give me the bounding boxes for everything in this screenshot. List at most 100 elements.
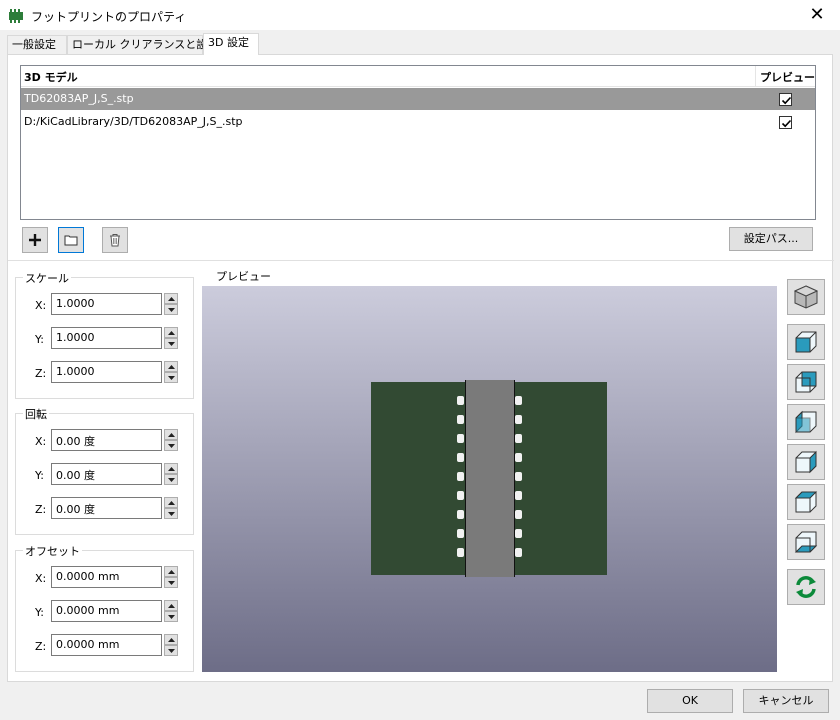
reload-view-button[interactable] <box>787 569 825 605</box>
scale-y-spinner[interactable] <box>164 327 178 349</box>
scale-x-spinner[interactable] <box>164 293 178 315</box>
ic-pin <box>515 491 522 500</box>
view-bottom-icon <box>794 531 818 553</box>
preview-checkbox[interactable] <box>779 93 792 106</box>
check-icon <box>781 96 792 105</box>
ic-pin <box>457 415 464 424</box>
ic-package <box>465 380 515 577</box>
column-header-preview[interactable]: プレビュー <box>760 69 815 85</box>
view-right-button[interactable] <box>787 444 825 480</box>
scale-x-input[interactable]: 1.0000 <box>51 293 162 315</box>
browse-model-button[interactable] <box>58 227 84 253</box>
spin-down-button[interactable] <box>164 474 178 485</box>
spin-up-button[interactable] <box>164 327 178 338</box>
preview-label: プレビュー <box>216 270 271 283</box>
arrow-up-icon <box>168 570 175 574</box>
rotation-z-spinner[interactable] <box>164 497 178 519</box>
spin-up-button[interactable] <box>164 600 178 611</box>
spin-down-button[interactable] <box>164 645 178 656</box>
view-3d-button[interactable] <box>787 279 825 315</box>
settings-path-button[interactable]: 設定パス... <box>729 227 813 251</box>
window-title: フットプリントのプロパティ <box>31 10 187 24</box>
view-top-button[interactable] <box>787 484 825 520</box>
3d-model-list[interactable]: 3D モデル プレビュー TD62083AP_J,S_.stp D:/KiCad… <box>20 65 816 220</box>
offset-y-spinner[interactable] <box>164 600 178 622</box>
rotation-x-input[interactable]: 0.00 度 <box>51 429 162 451</box>
rotation-z-input[interactable]: 0.00 度 <box>51 497 162 519</box>
tab-3d-settings[interactable]: 3D 設定 <box>203 33 259 55</box>
delete-model-button[interactable] <box>102 227 128 253</box>
offset-z-input[interactable]: 0.0000 mm <box>51 634 162 656</box>
view-back-icon <box>795 371 817 393</box>
3d-preview-canvas[interactable] <box>202 286 777 672</box>
spin-down-button[interactable] <box>164 508 178 519</box>
spin-up-button[interactable] <box>164 497 178 508</box>
offset-x-input[interactable]: 0.0000 mm <box>51 566 162 588</box>
tab-general[interactable]: 一般設定 <box>7 35 67 55</box>
model-path[interactable]: D:/KiCadLibrary/3D/TD62083AP_J,S_.stp <box>24 115 243 128</box>
scale-z-spinner[interactable] <box>164 361 178 383</box>
view-back-button[interactable] <box>787 364 825 400</box>
ic-pin <box>515 510 522 519</box>
arrow-down-icon <box>168 478 175 482</box>
group-title: オフセット <box>23 543 82 559</box>
spin-down-button[interactable] <box>164 304 178 315</box>
ic-pin <box>457 548 464 557</box>
arrow-up-icon <box>168 297 175 301</box>
arrow-down-icon <box>168 649 175 653</box>
view-left-button[interactable] <box>787 404 825 440</box>
field-label: Y: <box>35 469 44 482</box>
spin-up-button[interactable] <box>164 463 178 474</box>
field-label: Y: <box>35 606 44 619</box>
close-button[interactable]: ✕ <box>794 0 840 30</box>
field-label: Y: <box>35 333 44 346</box>
spin-down-button[interactable] <box>164 440 178 451</box>
ic-pin <box>457 491 464 500</box>
spin-up-button[interactable] <box>164 361 178 372</box>
model-row[interactable]: D:/KiCadLibrary/3D/TD62083AP_J,S_.stp <box>21 111 815 133</box>
spin-up-button[interactable] <box>164 566 178 577</box>
arrow-down-icon <box>168 376 175 380</box>
scale-z-input[interactable]: 1.0000 <box>51 361 162 383</box>
field-label: X: <box>35 572 47 585</box>
folder-icon <box>64 235 78 246</box>
spin-up-button[interactable] <box>164 634 178 645</box>
rotation-y-input[interactable]: 0.00 度 <box>51 463 162 485</box>
model-row[interactable]: TD62083AP_J,S_.stp <box>21 88 815 110</box>
ic-pin <box>457 434 464 443</box>
model-path[interactable]: TD62083AP_J,S_.stp <box>24 92 134 105</box>
scale-y-input[interactable]: 1.0000 <box>51 327 162 349</box>
tab-local-clearance[interactable]: ローカル クリアランスと設定 <box>67 35 218 55</box>
offset-y-input[interactable]: 0.0000 mm <box>51 600 162 622</box>
ic-pin <box>457 396 464 405</box>
rotation-y-spinner[interactable] <box>164 463 178 485</box>
view-bottom-button[interactable] <box>787 524 825 560</box>
check-icon <box>781 119 792 128</box>
preview-checkbox[interactable] <box>779 116 792 129</box>
spin-up-button[interactable] <box>164 429 178 440</box>
arrow-up-icon <box>168 467 175 471</box>
column-header-model[interactable]: 3D モデル <box>24 69 78 85</box>
footprint-icon <box>9 9 23 23</box>
arrow-down-icon <box>168 308 175 312</box>
view-front-button[interactable] <box>787 324 825 360</box>
ok-button[interactable]: OK <box>647 689 733 713</box>
spin-down-button[interactable] <box>164 611 178 622</box>
spin-up-button[interactable] <box>164 293 178 304</box>
offset-z-spinner[interactable] <box>164 634 178 656</box>
field-label: X: <box>35 299 47 312</box>
view-front-icon <box>795 331 817 353</box>
column-separator[interactable] <box>755 66 756 86</box>
spin-down-button[interactable] <box>164 338 178 349</box>
cancel-button[interactable]: キャンセル <box>743 689 829 713</box>
offset-x-spinner[interactable] <box>164 566 178 588</box>
rotation-x-spinner[interactable] <box>164 429 178 451</box>
spin-down-button[interactable] <box>164 577 178 588</box>
ic-pin <box>457 472 464 481</box>
field-label: Z: <box>35 367 47 380</box>
spin-down-button[interactable] <box>164 372 178 383</box>
add-model-button[interactable] <box>22 227 48 253</box>
ic-pin <box>515 434 522 443</box>
arrow-up-icon <box>168 331 175 335</box>
divider <box>8 260 834 261</box>
